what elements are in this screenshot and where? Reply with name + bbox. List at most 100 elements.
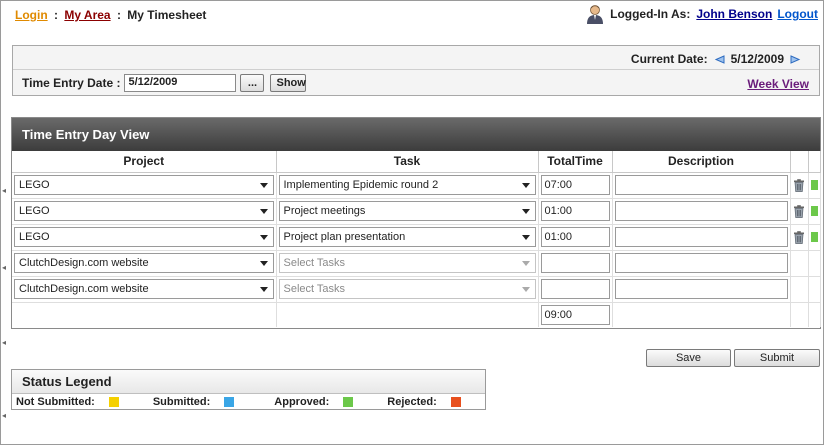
current-date-label: Current Date: [630, 52, 708, 66]
chevron-down-icon [521, 235, 530, 240]
collapse-marker-icon[interactable]: ◂ [2, 339, 6, 347]
day-view-panel: Time Entry Day View Project Task TotalTi… [11, 117, 821, 329]
total-time-input[interactable]: 01:00 [540, 227, 610, 247]
total-time-input[interactable] [540, 253, 610, 273]
task-select-placeholder: Select Tasks [283, 283, 346, 295]
total-time-input[interactable]: 01:00 [540, 201, 610, 221]
submit-button[interactable]: Submit [734, 349, 820, 367]
legend-item-approved: Approved: [274, 396, 354, 408]
project-select[interactable]: LEGO [14, 175, 274, 195]
total-row-spacer [790, 302, 809, 327]
legend-label: Submitted: [152, 396, 211, 408]
divider [13, 69, 819, 70]
logout-link[interactable]: Logout [777, 7, 818, 21]
day-view-title: Time Entry Day View [12, 118, 820, 151]
chevron-down-icon [521, 287, 530, 292]
collapse-marker-icon[interactable]: ◂ [2, 412, 6, 420]
chevron-down-icon [259, 287, 268, 292]
status-cell [808, 276, 821, 303]
project-select-value: LEGO [19, 179, 50, 191]
project-select[interactable]: ClutchDesign.com website [14, 279, 274, 299]
project-select[interactable]: ClutchDesign.com website [14, 253, 274, 273]
user-icon [587, 5, 604, 24]
description-input[interactable] [614, 201, 788, 221]
breadcrumb-separator: : [54, 8, 58, 22]
table-row: ClutchDesign.com website Select Tasks [12, 276, 821, 303]
project-select[interactable]: LEGO [14, 201, 274, 221]
task-select[interactable]: Project plan presentation [278, 227, 536, 247]
project-select-value: ClutchDesign.com website [19, 257, 149, 269]
legend-swatch-approved [343, 397, 354, 407]
trash-icon[interactable] [793, 178, 805, 192]
chevron-down-icon [259, 235, 268, 240]
table-row: LEGO Implementing Epidemic round 2 07:00 [12, 172, 821, 199]
breadcrumb: Login : My Area : My Timesheet [15, 8, 206, 22]
column-header-task: Task [276, 151, 539, 173]
status-approved-indicator [810, 180, 818, 190]
trash-icon[interactable] [793, 230, 805, 244]
column-header-status [808, 151, 821, 173]
column-header-totaltime: TotalTime [538, 151, 613, 173]
column-header-project: Project [12, 151, 277, 173]
collapse-marker-icon[interactable]: ◂ [2, 187, 6, 195]
legend-item-not-submitted: Not Submitted: [16, 396, 119, 408]
time-entry-date-label: Time Entry Date : [22, 76, 121, 90]
task-select-value: Implementing Epidemic round 2 [283, 179, 439, 191]
show-button[interactable]: Show [270, 74, 307, 92]
chevron-down-icon [521, 183, 530, 188]
chevron-down-icon [259, 183, 268, 188]
save-button[interactable]: Save [646, 349, 731, 367]
legend-swatch-not-submitted [108, 397, 119, 407]
status-approved-indicator [810, 232, 818, 242]
time-entry-date-input[interactable]: 5/12/2009 [124, 74, 237, 92]
description-input[interactable] [614, 175, 788, 195]
description-input[interactable] [614, 279, 788, 299]
user-name-link[interactable]: John Benson [696, 7, 772, 21]
action-cell [790, 250, 809, 277]
status-legend-items: Not Submitted: Submitted: Approved: Reje… [12, 394, 485, 410]
next-day-arrow-icon[interactable] [790, 54, 801, 64]
chevron-down-icon [521, 209, 530, 214]
project-select-value: LEGO [19, 205, 50, 217]
chevron-down-icon [259, 209, 268, 214]
task-select[interactable]: Implementing Epidemic round 2 [278, 175, 536, 195]
total-time-input[interactable]: 07:00 [540, 175, 610, 195]
project-select[interactable]: LEGO [14, 227, 274, 247]
project-select-value: LEGO [19, 231, 50, 243]
description-input[interactable] [614, 227, 788, 247]
chevron-down-icon [521, 261, 530, 266]
breadcrumb-my-area-link[interactable]: My Area [64, 8, 110, 22]
total-time-input[interactable] [540, 279, 610, 299]
breadcrumb-separator: : [116, 8, 121, 22]
total-row: 09:00 [12, 302, 821, 327]
breadcrumb-login-link[interactable]: Login [15, 8, 48, 22]
legend-label: Rejected: [387, 396, 437, 408]
column-header-description: Description [612, 151, 791, 173]
current-date-bar: Current Date: 5/12/2009 [631, 52, 807, 66]
description-input[interactable] [614, 253, 788, 273]
task-select[interactable]: Select Tasks [278, 279, 536, 299]
project-select-value: ClutchDesign.com website [19, 283, 149, 295]
chevron-down-icon [259, 261, 268, 266]
status-legend: Status Legend Not Submitted: Submitted: … [11, 369, 486, 410]
status-legend-title: Status Legend [12, 370, 485, 394]
task-select-value: Project plan presentation [283, 231, 406, 243]
legend-item-submitted: Submitted: [152, 396, 235, 408]
logged-in-label: Logged-In As: [610, 7, 691, 21]
week-view-link[interactable]: Week View [747, 77, 809, 91]
task-select[interactable]: Select Tasks [278, 253, 536, 273]
table-row: LEGO Project plan presentation 01:00 [12, 224, 821, 251]
breadcrumb-current: My Timesheet [127, 8, 207, 22]
legend-label: Approved: [274, 396, 330, 408]
status-approved-indicator [810, 206, 818, 216]
total-row-spacer [276, 302, 539, 327]
previous-day-arrow-icon[interactable] [714, 54, 725, 64]
collapse-marker-icon[interactable]: ◂ [2, 264, 6, 272]
task-select[interactable]: Project meetings [278, 201, 536, 221]
table-row: ClutchDesign.com website Select Tasks [12, 250, 821, 277]
date-picker-button[interactable]: ... [240, 74, 265, 92]
table-header-row: Project Task TotalTime Description [12, 151, 821, 173]
trash-icon[interactable] [793, 204, 805, 218]
user-info: Logged-In As: John Benson Logout [586, 4, 818, 24]
action-cell [790, 276, 809, 303]
